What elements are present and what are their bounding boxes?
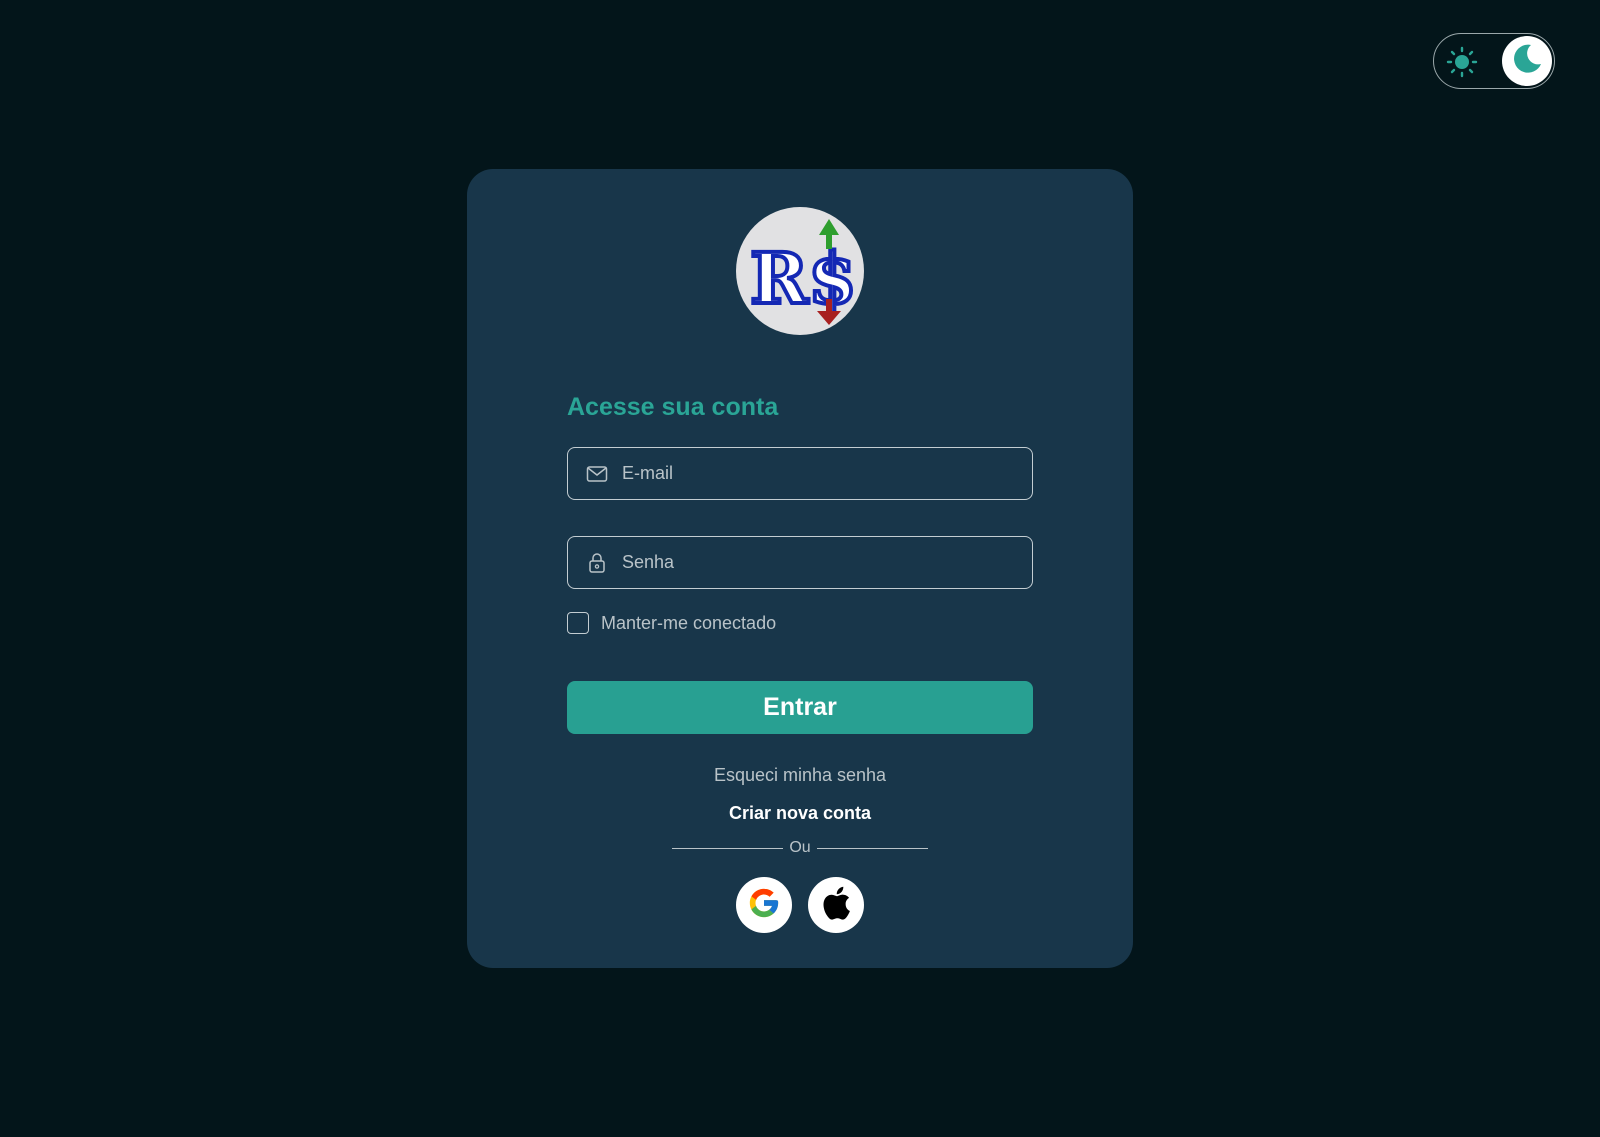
or-divider: Ou [672,839,928,857]
email-input[interactable] [622,448,1032,499]
login-card: R$ Acesse sua conta E-mail Manter-me con… [467,169,1133,968]
google-icon [747,886,781,925]
moon-icon [1510,42,1544,81]
apple-icon [821,886,851,925]
password-field[interactable] [567,536,1033,589]
login-button[interactable]: Entrar [567,681,1033,734]
page-title: Acesse sua conta [567,393,779,421]
social-login [567,877,1033,933]
google-login-button[interactable] [736,877,792,933]
apple-login-button[interactable] [808,877,864,933]
mail-icon [586,463,608,485]
remember-checkbox[interactable] [567,612,589,634]
login-page: R$ Acesse sua conta E-mail Manter-me con… [0,0,1600,1137]
toggle-knob[interactable] [1502,36,1552,86]
remember-me[interactable]: Manter-me conectado [567,612,776,634]
brand-logo: R$ [736,207,864,335]
remember-label: Manter-me conectado [601,612,777,633]
forgot-password-link[interactable]: Esqueci minha senha [567,765,1033,786]
password-input[interactable] [622,537,1032,588]
theme-toggle[interactable] [1433,33,1555,89]
create-account-link[interactable]: Criar nova conta [567,803,1033,824]
email-field[interactable] [567,447,1033,500]
divider-line-left [672,847,784,849]
svg-text:R$: R$ [750,237,857,320]
divider-line-right [816,847,928,849]
sun-icon[interactable] [1446,46,1478,78]
divider-label: Ou [789,839,811,856]
lock-icon [586,552,608,574]
